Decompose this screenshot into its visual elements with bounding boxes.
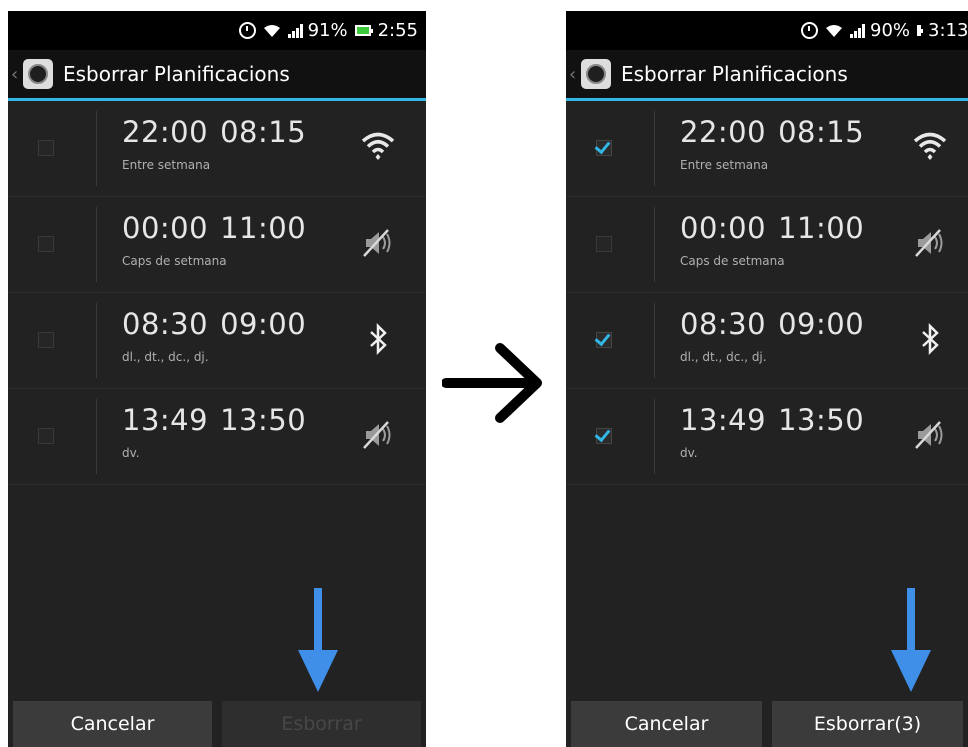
phone-screen-before: 91% 2:55 ‹ Esborrar Planificacions 22:00… bbox=[8, 11, 426, 747]
row-checkbox[interactable] bbox=[596, 236, 612, 252]
list-item[interactable]: 08:30 09:00 dl., dt., dc., dj. bbox=[566, 293, 968, 389]
alarm-icon bbox=[801, 22, 818, 39]
status-time: 2:55 bbox=[377, 20, 418, 41]
schedule-times: 00:00 11:00 bbox=[680, 211, 865, 245]
row-divider bbox=[96, 303, 97, 378]
schedule-list: 22:00 08:15 Entre setmana 00:00 11:00 Caps… bbox=[8, 101, 426, 485]
checkmark-icon bbox=[594, 329, 611, 347]
schedule-times: 13:49 13:50 bbox=[122, 403, 307, 437]
row-checkbox[interactable] bbox=[38, 332, 54, 348]
status-time: 3:13 bbox=[928, 20, 968, 41]
row-divider bbox=[654, 111, 655, 186]
schedule-days: dl., dt., dc., dj. bbox=[680, 350, 767, 364]
schedule-days: Caps de setmana bbox=[122, 254, 227, 268]
row-checkbox-checked[interactable] bbox=[594, 137, 612, 156]
schedule-times: 08:30 09:00 bbox=[122, 307, 307, 341]
wifi-icon bbox=[361, 132, 395, 160]
cancel-button[interactable]: Cancelar bbox=[13, 701, 212, 747]
mute-icon bbox=[915, 421, 943, 449]
row-divider bbox=[654, 399, 655, 474]
schedule-days: Entre setmana bbox=[122, 158, 211, 172]
up-caret-icon[interactable]: ‹ bbox=[11, 64, 21, 85]
row-checkbox-checked[interactable] bbox=[594, 329, 612, 348]
signal-icon bbox=[850, 23, 866, 38]
arrow-down-icon bbox=[298, 588, 338, 692]
row-divider bbox=[96, 111, 97, 186]
list-item[interactable]: 13:49 13:50 dv. bbox=[8, 389, 426, 485]
bluetooth-icon bbox=[370, 322, 387, 356]
up-caret-icon[interactable]: ‹ bbox=[569, 64, 579, 85]
row-divider bbox=[654, 303, 655, 378]
schedule-days: dv. bbox=[122, 446, 140, 460]
row-checkbox[interactable] bbox=[38, 428, 54, 444]
list-item[interactable]: 00:00 11:00 Caps de setmana bbox=[566, 197, 968, 293]
battery-percent: 90% bbox=[870, 20, 911, 41]
button-bar: Cancelar Esborrar bbox=[8, 701, 426, 747]
list-item[interactable]: 22:00 08:15 Entre setmana bbox=[566, 101, 968, 197]
delete-button[interactable]: Esborrar bbox=[222, 701, 421, 747]
page-title: Esborrar Planificacions bbox=[621, 62, 848, 86]
row-checkbox[interactable] bbox=[38, 140, 54, 156]
list-item[interactable]: 00:00 11:00 Caps de setmana bbox=[8, 197, 426, 293]
button-bar: Cancelar Esborrar(3) bbox=[566, 701, 968, 747]
schedule-days: Entre setmana bbox=[680, 158, 769, 172]
battery-icon bbox=[354, 25, 373, 36]
bluetooth-icon bbox=[922, 322, 939, 356]
checkmark-icon bbox=[594, 425, 611, 443]
schedule-days: Caps de setmana bbox=[680, 254, 785, 268]
row-checkbox[interactable] bbox=[38, 236, 54, 252]
arrow-down-icon bbox=[891, 588, 931, 692]
signal-icon bbox=[287, 23, 304, 38]
list-item[interactable]: 13:49 13:50 dv. bbox=[566, 389, 968, 485]
cancel-button[interactable]: Cancelar bbox=[571, 701, 762, 747]
row-divider bbox=[96, 399, 97, 474]
mute-icon bbox=[363, 421, 391, 449]
status-bar: 90% 3:13 bbox=[566, 11, 968, 50]
app-icon[interactable] bbox=[23, 59, 53, 89]
schedule-times: 00:00 11:00 bbox=[122, 211, 307, 245]
schedule-days: dl., dt., dc., dj. bbox=[122, 350, 209, 364]
status-bar: 91% 2:55 bbox=[8, 11, 426, 50]
delete-button[interactable]: Esborrar(3) bbox=[772, 701, 963, 747]
wifi-status-icon bbox=[825, 24, 843, 38]
schedule-list: 22:00 08:15 Entre setmana 00:00 11:00 Caps… bbox=[566, 101, 968, 485]
alarm-icon bbox=[238, 22, 256, 39]
action-bar: ‹ Esborrar Planificacions bbox=[566, 50, 968, 101]
row-divider bbox=[96, 207, 97, 282]
phone-screen-after: 90% 3:13 ‹ Esborrar Planificacions 22:00… bbox=[566, 11, 968, 747]
wifi-status-icon bbox=[263, 24, 281, 38]
action-bar: ‹ Esborrar Planificacions bbox=[8, 50, 426, 101]
schedule-days: dv. bbox=[680, 446, 698, 460]
arrow-right-icon bbox=[442, 343, 542, 423]
battery-percent: 91% bbox=[307, 20, 348, 41]
battery-icon bbox=[917, 25, 924, 36]
checkmark-icon bbox=[594, 137, 611, 155]
row-divider bbox=[654, 207, 655, 282]
schedule-times: 08:30 09:00 bbox=[680, 307, 865, 341]
list-item[interactable]: 08:30 09:00 dl., dt., dc., dj. bbox=[8, 293, 426, 389]
app-icon[interactable] bbox=[581, 59, 611, 89]
schedule-times: 22:00 08:15 bbox=[122, 115, 307, 149]
mute-icon bbox=[915, 229, 943, 257]
row-checkbox-checked[interactable] bbox=[594, 425, 612, 444]
schedule-times: 22:00 08:15 bbox=[680, 115, 865, 149]
list-item[interactable]: 22:00 08:15 Entre setmana bbox=[8, 101, 426, 197]
mute-icon bbox=[363, 229, 391, 257]
wifi-icon bbox=[913, 132, 947, 160]
page-title: Esborrar Planificacions bbox=[63, 62, 290, 86]
schedule-times: 13:49 13:50 bbox=[680, 403, 865, 437]
